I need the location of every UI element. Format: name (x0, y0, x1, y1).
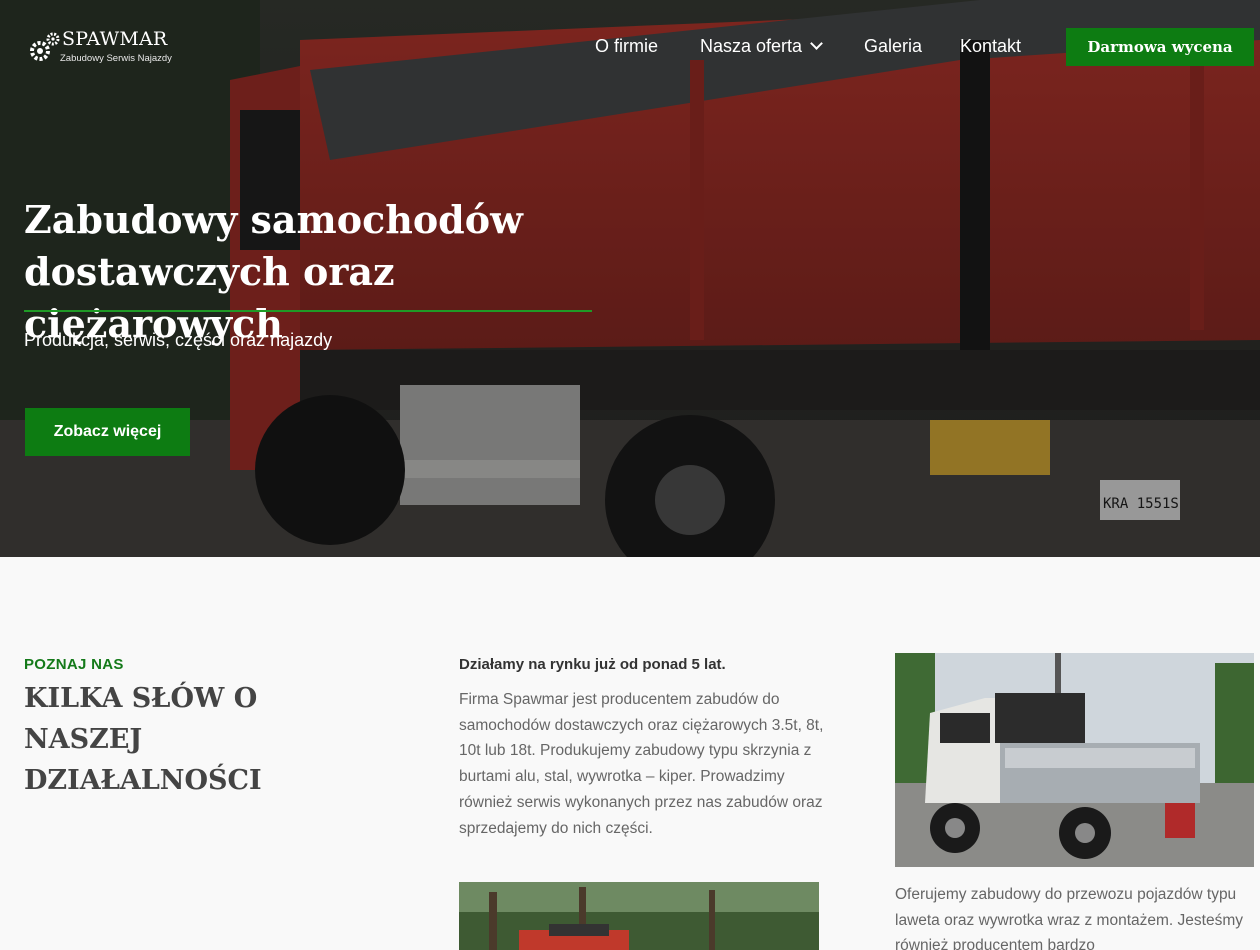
brand-name: SPAWMAR (62, 28, 168, 50)
workshop-photo-image (459, 882, 819, 950)
offer-text: Oferujemy zabudowy do przewozu pojazdów … (895, 886, 1243, 950)
see-more-button[interactable]: Zobacz więcej (25, 408, 190, 456)
workshop-photo (459, 882, 819, 950)
brand-tagline: Zabudowy Serwis Najazdy (60, 53, 172, 64)
hero-divider (24, 310, 592, 312)
nav-item-o-firmie[interactable]: O firmie (595, 36, 658, 57)
nav-item-galeria[interactable]: Galeria (864, 36, 922, 57)
tipper-truck-photo (895, 653, 1254, 867)
chevron-down-icon (810, 37, 823, 50)
free-quote-button[interactable]: Darmowa wycena (1066, 28, 1254, 66)
brand-logo[interactable]: SPAWMAR Zabudowy Serwis Najazdy (30, 28, 180, 68)
nav-item-nasza-oferta[interactable]: Nasza oferta (700, 36, 823, 57)
section-eyebrow: POZNAJ NAS (24, 656, 124, 673)
tipper-truck-image (895, 653, 1254, 867)
hero-title: Zabudowy samochodów dostawczych oraz cię… (24, 197, 523, 346)
nav-item-label: Nasza oferta (700, 36, 803, 56)
about-body: Firma Spawmar jest producentem zabudów d… (459, 691, 824, 837)
section-title: KILKA SŁÓW O NASZEJ DZIAŁALNOŚCI (24, 683, 262, 796)
about-lead: Działamy na rynku już od ponad 5 lat. (459, 656, 726, 673)
top-navigation: SPAWMAR Zabudowy Serwis Najazdy O firmie… (0, 0, 1260, 92)
hero-subtitle: Produkcja, serwis, części oraz najazdy (24, 330, 333, 350)
gears-icon (30, 32, 60, 61)
nav-item-kontakt[interactable]: Kontakt (960, 36, 1021, 57)
